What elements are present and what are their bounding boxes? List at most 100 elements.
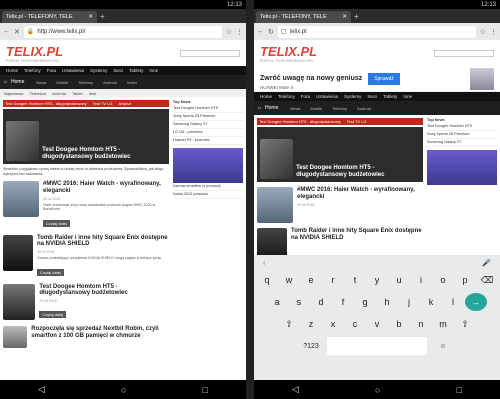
tab-item[interactable]: Inne bbox=[89, 91, 97, 96]
nav-item[interactable]: Home bbox=[260, 94, 272, 99]
hero-article[interactable]: Test Doogee Homtom HT5 - długodystansowy… bbox=[257, 127, 423, 182]
key[interactable]: o bbox=[433, 271, 453, 289]
menu-icon[interactable]: ⋮ bbox=[236, 28, 243, 36]
home-link[interactable]: News bbox=[290, 106, 300, 111]
menu-icon[interactable]: ⋮ bbox=[490, 28, 497, 36]
nav-item[interactable]: Sieci bbox=[113, 68, 123, 73]
search-input[interactable] bbox=[434, 49, 494, 57]
close-icon[interactable]: ✕ bbox=[14, 28, 20, 36]
browser-tab[interactable]: Telix.pl - TELEFONY, TELE ✕ bbox=[2, 11, 97, 23]
key[interactable]: j bbox=[399, 293, 419, 311]
shift-key[interactable]: ⇧ bbox=[279, 315, 299, 333]
home-link[interactable]: News bbox=[36, 80, 46, 85]
home-link[interactable]: Android bbox=[103, 80, 117, 85]
tab-item[interactable]: Tablet bbox=[72, 91, 83, 96]
tab-item[interactable]: Android bbox=[52, 91, 66, 96]
sidebar-item[interactable]: Test Doogee Homtom HT5 bbox=[173, 105, 243, 113]
key[interactable]: w bbox=[279, 271, 299, 289]
article-title[interactable]: Tomb Raider i inne hity Square Enix dost… bbox=[37, 235, 169, 249]
tab-item[interactable]: Najnowsze bbox=[4, 91, 24, 96]
nav-item[interactable]: Inne bbox=[403, 94, 412, 99]
sidebar-item[interactable]: LG G5 - premiera bbox=[173, 129, 243, 137]
article-title[interactable]: #MWC 2016: Haier Watch - wyrafinowany, e… bbox=[297, 187, 423, 201]
read-more-button[interactable]: Czytaj dalej bbox=[37, 268, 64, 276]
sidebar-item[interactable]: Test Doogee Homtom HT5 bbox=[427, 123, 497, 131]
sidebar-item[interactable]: Samsung Galaxy S7 bbox=[427, 139, 497, 147]
mic-icon[interactable]: 🎤 bbox=[482, 259, 491, 267]
star-icon[interactable]: ☆ bbox=[480, 28, 486, 36]
key[interactable]: e bbox=[301, 271, 321, 289]
ad-banner[interactable]: Zwróć uwagę na nowy geniusz HUAWEI Mate … bbox=[254, 66, 500, 92]
key[interactable]: y bbox=[367, 271, 387, 289]
read-more-button[interactable]: Czytaj dalej bbox=[43, 219, 70, 227]
key[interactable]: b bbox=[389, 315, 409, 333]
key[interactable]: a bbox=[267, 293, 287, 311]
symbols-key[interactable]: ?123 bbox=[297, 337, 325, 355]
back-nav-icon[interactable]: ◁ bbox=[38, 384, 45, 395]
article-title[interactable]: Tomb Raider i inne hity Square Enix dost… bbox=[291, 228, 423, 242]
home-icon[interactable]: ⌂ bbox=[4, 79, 7, 85]
shift-key[interactable]: ⇧ bbox=[455, 315, 475, 333]
article-card[interactable]: #MWC 2016: Haier Watch - wyrafinowany, e… bbox=[3, 181, 169, 229]
headline-ticker[interactable]: Test Doogee Homtom HT5 - długodystansowy… bbox=[257, 118, 423, 125]
home-nav-icon[interactable]: ○ bbox=[375, 385, 380, 395]
site-logo[interactable]: TELIX.PL PORTAL TELEKOMUNIKACYJNY bbox=[6, 44, 63, 63]
split-divider[interactable] bbox=[246, 0, 254, 399]
nav-item[interactable]: Fora bbox=[47, 68, 56, 73]
new-tab-icon[interactable]: + bbox=[100, 11, 105, 23]
sidebar-item[interactable]: Nokia 3310 powraca bbox=[173, 191, 243, 199]
address-bar[interactable]: ▢ telix.pl bbox=[277, 25, 476, 38]
space-key[interactable] bbox=[327, 337, 427, 355]
emoji-key[interactable]: ☺ bbox=[429, 337, 457, 355]
article-card[interactable]: #MWC 2016: Haier Watch - wyrafinowany, e… bbox=[257, 187, 423, 223]
nav-item[interactable]: Tablety bbox=[383, 94, 397, 99]
new-tab-icon[interactable]: + bbox=[354, 11, 359, 23]
sidebar-ad[interactable] bbox=[173, 148, 243, 183]
article-card[interactable]: Tomb Raider i inne hity Square Enix dost… bbox=[257, 228, 423, 255]
nav-item[interactable]: Telefony bbox=[278, 94, 295, 99]
home-link[interactable]: Mobile bbox=[56, 80, 68, 85]
key[interactable]: c bbox=[345, 315, 365, 333]
reload-icon[interactable]: ↻ bbox=[268, 28, 274, 36]
back-icon[interactable]: ← bbox=[257, 28, 264, 35]
article-title[interactable]: Test Doogee Homtom HT5 - długodystansowy… bbox=[39, 284, 169, 298]
read-more-button[interactable]: Czytaj dalej bbox=[39, 311, 67, 319]
nav-item[interactable]: Inne bbox=[149, 68, 158, 73]
close-icon[interactable]: ✕ bbox=[342, 14, 347, 20]
home-link[interactable]: Telefony bbox=[78, 80, 93, 85]
key[interactable]: r bbox=[323, 271, 343, 289]
home-link[interactable]: Mobile bbox=[310, 106, 322, 111]
nav-item[interactable]: Systemy bbox=[344, 94, 361, 99]
key[interactable]: t bbox=[345, 271, 365, 289]
hero-title[interactable]: Test Doogee Homtom HT5 - długodystansowy… bbox=[42, 147, 166, 161]
sidebar-item[interactable]: Sony Xperia Z5 Premium bbox=[427, 131, 497, 139]
nav-item[interactable]: Sieci bbox=[367, 94, 377, 99]
home-title[interactable]: Home bbox=[11, 79, 24, 85]
sidebar-ad[interactable] bbox=[427, 150, 497, 185]
article-title[interactable]: Rozpoczęła się sprzedaż Nextbit Robin, c… bbox=[31, 326, 169, 340]
nav-item[interactable]: Ustawienia bbox=[316, 94, 338, 99]
nav-item[interactable]: Ustawienia bbox=[62, 68, 84, 73]
sidebar-item[interactable]: Samsung Galaxy S7 bbox=[173, 121, 243, 129]
close-icon[interactable]: ✕ bbox=[88, 14, 93, 20]
home-link[interactable]: Android bbox=[357, 106, 371, 111]
article-card[interactable]: Rozpoczęła się sprzedaż Nextbit Robin, c… bbox=[3, 326, 169, 349]
key[interactable]: h bbox=[377, 293, 397, 311]
key[interactable]: p bbox=[455, 271, 475, 289]
back-icon[interactable]: ← bbox=[3, 28, 10, 35]
key[interactable]: v bbox=[367, 315, 387, 333]
recents-nav-icon[interactable]: □ bbox=[457, 385, 462, 395]
address-bar[interactable]: 🔒 http://www.telix.pl/ bbox=[23, 25, 222, 38]
hero-title[interactable]: Test Doogee Homtom HT5 - długodystansowy… bbox=[296, 165, 420, 179]
recents-nav-icon[interactable]: □ bbox=[203, 385, 208, 395]
home-icon[interactable]: ⌂ bbox=[258, 105, 261, 111]
keyboard-menu-icon[interactable]: ‹ bbox=[263, 260, 265, 267]
key[interactable]: u bbox=[389, 271, 409, 289]
nav-item[interactable]: Fora bbox=[301, 94, 310, 99]
sidebar-item[interactable]: Zamów smartfon w promocji bbox=[173, 183, 243, 191]
home-nav-icon[interactable]: ○ bbox=[121, 385, 126, 395]
home-link[interactable]: Telefony bbox=[332, 106, 347, 111]
nav-item[interactable]: Telefony bbox=[24, 68, 41, 73]
tab-item[interactable]: Telewizor bbox=[30, 91, 47, 96]
key[interactable]: i bbox=[411, 271, 431, 289]
